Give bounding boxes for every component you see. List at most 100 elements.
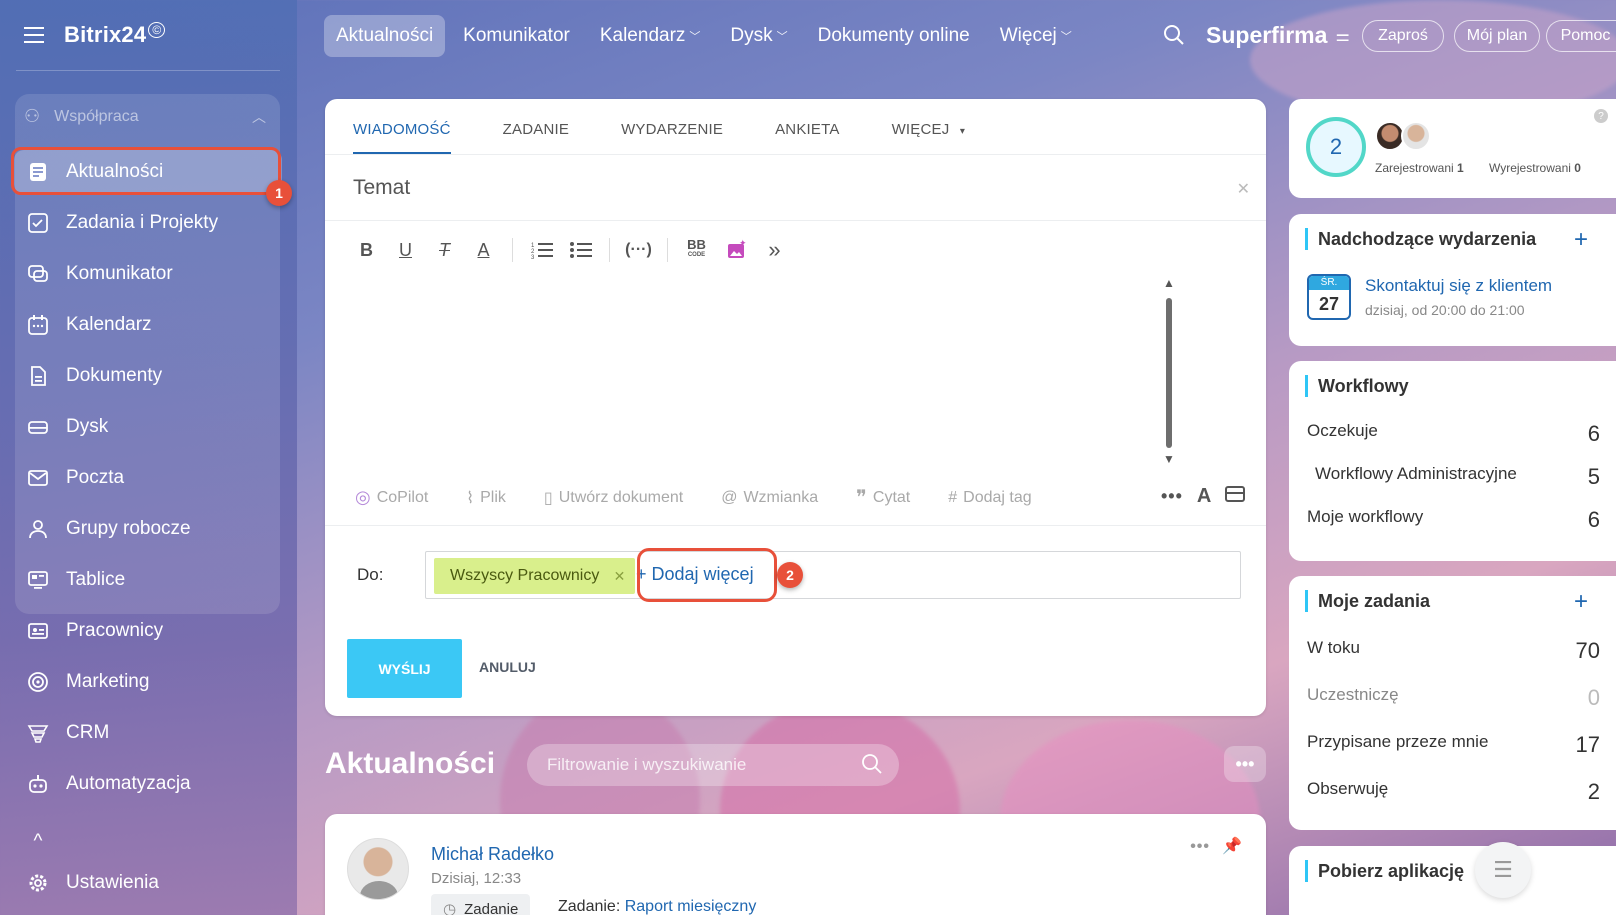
image-generate-icon[interactable]: ✦ (716, 234, 755, 266)
tab-wydarzenie[interactable]: WYDARZENIE (621, 121, 723, 154)
sidebar-item-dokumenty[interactable]: Dokumenty (14, 354, 282, 398)
topnav-wiecej[interactable]: Więcej ﹀ (988, 15, 1084, 57)
quote-button[interactable]: ❞ Cytat (856, 485, 910, 510)
feed-post: Michał Radełko Dzisiaj, 12:33 ◷ Zadanie Z… (325, 814, 1266, 915)
cancel-button[interactable]: ANULUJ (479, 659, 536, 675)
create-document-button[interactable]: ▯ Utwórz dokument (544, 488, 683, 508)
close-icon[interactable]: ✕ (1237, 179, 1250, 199)
drive-icon (26, 415, 50, 439)
post-author[interactable]: Michał Radełko (431, 844, 554, 865)
hash-icon: # (948, 488, 958, 506)
pin-icon[interactable]: 📌 (1222, 836, 1242, 856)
bbcode-icon[interactable]: BB CODE (677, 234, 716, 266)
avatar[interactable] (1401, 121, 1431, 151)
sidebar-item-pracownicy[interactable]: Pracownicy (14, 609, 282, 653)
my-plan-button[interactable]: Mój plan (1454, 20, 1540, 52)
sidebar-item-komunikator[interactable]: Komunikator (14, 252, 282, 296)
event-title-link[interactable]: Skontaktuj się z klientem (1365, 276, 1552, 296)
chevron-up-icon[interactable]: ︿ (252, 107, 266, 127)
workflow-row[interactable]: Workflowy Administracyjne 5 (1315, 464, 1600, 490)
sidebar-group-header[interactable]: ⚇ Współpraca ︿ (24, 106, 274, 127)
send-button[interactable]: WYŚLIJ (347, 639, 462, 698)
help-icon[interactable]: ? (1594, 109, 1608, 123)
add-event-button[interactable]: + (1574, 226, 1588, 254)
widget-title[interactable]: Pobierz aplikację (1305, 860, 1464, 882)
settings-sliders-icon[interactable]: ⚌ (1335, 26, 1349, 46)
scroll-down-icon[interactable]: ▼ (1163, 452, 1175, 466)
topnav-dysk[interactable]: Dysk ﹀ (718, 15, 799, 57)
recipient-tag[interactable]: Wszyscy Pracownicy ✕ (434, 558, 636, 594)
search-icon[interactable] (1163, 24, 1185, 51)
editor-scrollbar[interactable]: ▲ ▼ (1162, 276, 1176, 472)
tab-ankieta[interactable]: ANKIETA (775, 121, 839, 154)
topnav-dokumenty-online[interactable]: Dokumenty online (806, 15, 982, 57)
recipients-field[interactable]: Wszyscy Pracownicy ✕ + Dodaj więcej (425, 551, 1241, 599)
employees-icon (26, 619, 50, 643)
more-dots-icon[interactable]: ••• (1190, 838, 1210, 856)
tab-wiadomosc[interactable]: WIADOMOŚĆ (353, 121, 451, 154)
topnav-kalendarz[interactable]: Kalendarz ﹀ (588, 15, 713, 57)
avatar[interactable] (347, 838, 409, 900)
gear-icon (26, 871, 50, 895)
post-time[interactable]: Dzisiaj, 12:33 (431, 870, 521, 887)
underline-icon[interactable]: U (386, 234, 425, 266)
sidebar-item-zadania[interactable]: Zadania i Projekty (14, 201, 282, 245)
app-logo[interactable]: Bitrix24 © (64, 21, 166, 48)
sidebar-item-dysk[interactable]: Dysk (14, 405, 282, 449)
sidebar-item-kalendarz[interactable]: Kalendarz (14, 303, 282, 347)
task-row[interactable]: Uczestniczę 0 (1307, 685, 1600, 711)
task-row[interactable]: Obserwuję 2 (1307, 779, 1600, 805)
scroll-up-icon[interactable]: ▲ (1163, 276, 1175, 290)
help-button[interactable]: Pomoc (1546, 20, 1616, 52)
feed-more-button[interactable]: ••• (1224, 746, 1266, 782)
sidebar-item-tablice[interactable]: Tablice (14, 558, 282, 602)
scroll-thumb[interactable] (1166, 298, 1172, 448)
search-icon[interactable] (861, 753, 883, 780)
workflow-row[interactable]: Moje workflowy 6 (1307, 507, 1600, 533)
invite-button[interactable]: Zaproś (1362, 20, 1444, 52)
sidebar-item-ustawienia[interactable]: Ustawienia (14, 861, 282, 905)
widget-title[interactable]: Workflowy (1305, 375, 1409, 397)
tab-wiecej[interactable]: WIĘCEJ ▾ (892, 121, 965, 154)
numbered-list-icon[interactable]: 123 (522, 234, 561, 266)
sidebar-item-crm[interactable]: CRM (14, 711, 282, 755)
remove-icon[interactable]: ✕ (614, 568, 626, 585)
mention-button[interactable]: @ Wzmianka (721, 489, 818, 507)
sidebar-item-marketing[interactable]: Marketing (14, 660, 282, 704)
bold-icon[interactable]: B (347, 234, 386, 266)
widget-title[interactable]: Nadchodzące wydarzenia (1305, 228, 1536, 250)
task-link[interactable]: Raport miesięczny (625, 898, 757, 915)
subject-input[interactable]: Temat (353, 176, 410, 200)
text-color-icon[interactable]: A (464, 234, 503, 266)
panel-toggle-icon[interactable] (1225, 486, 1246, 507)
tab-zadanie[interactable]: ZADANIE (503, 121, 569, 154)
more-icon: ^ (33, 831, 43, 852)
composer-tabs: WIADOMOŚĆ ZADANIE WYDARZENIE ANKIETA WIĘ… (353, 121, 965, 154)
company-name[interactable]: Superfirma ⚌ (1206, 22, 1350, 49)
sidebar-item-automatyzacja[interactable]: Automatyzacja (14, 762, 282, 806)
online-widget: 2 ? Zarejestrowani 1 Wyrejestrowani 0 (1289, 99, 1616, 198)
add-tag-button[interactable]: # Dodaj tag (948, 489, 1031, 507)
list-menu-button[interactable]: ☰ (1475, 842, 1531, 898)
online-count-circle[interactable]: 2 (1306, 117, 1366, 177)
widget-title[interactable]: Moje zadania (1305, 590, 1430, 612)
filter-search-input[interactable]: Filtrowanie i wyszukiwanie (527, 744, 899, 786)
more-dots-icon[interactable]: ••• (1161, 486, 1183, 507)
menu-icon[interactable] (24, 27, 46, 43)
clear-format-icon[interactable]: T (425, 234, 464, 266)
sidebar-item-poczta[interactable]: Poczta (14, 456, 282, 500)
code-icon[interactable]: (···) (619, 234, 658, 266)
document-icon: ▯ (543, 489, 553, 507)
task-row[interactable]: W toku 70 (1307, 638, 1600, 664)
add-task-button[interactable]: + (1574, 588, 1588, 616)
expand-toolbar-icon[interactable]: » (755, 234, 794, 266)
sidebar-item-grupy[interactable]: Grupy robocze (14, 507, 282, 551)
bullet-list-icon[interactable] (561, 234, 600, 266)
topnav-aktualnosci[interactable]: Aktualności (324, 15, 446, 57)
workflow-row[interactable]: Oczekuje 6 (1307, 421, 1600, 447)
file-button[interactable]: ⌇ Plik (466, 488, 506, 508)
task-row[interactable]: Przypisane przeze mnie 17 (1307, 732, 1600, 758)
copilot-button[interactable]: ◎ CoPilot (355, 487, 428, 508)
topnav-komunikator[interactable]: Komunikator (451, 15, 582, 57)
text-format-icon[interactable]: A (1197, 485, 1211, 508)
